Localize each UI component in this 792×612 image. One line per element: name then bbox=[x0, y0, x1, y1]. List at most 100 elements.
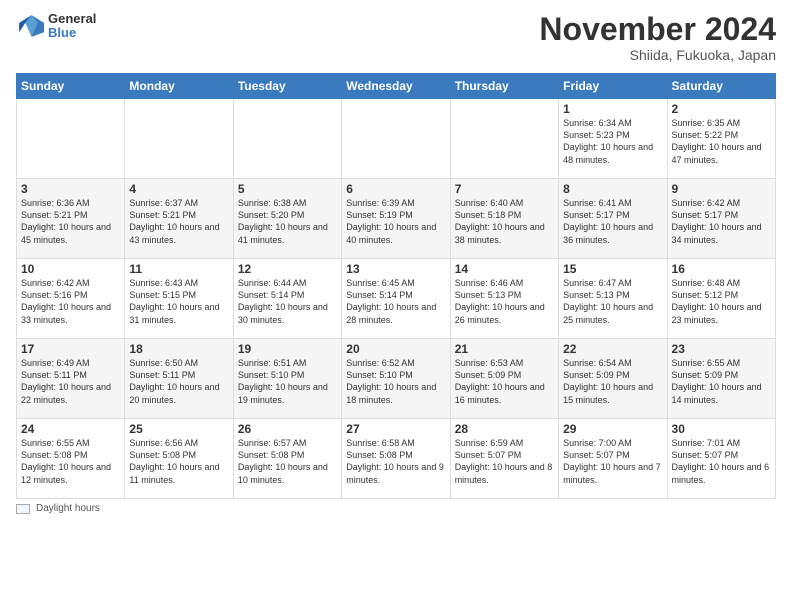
day-info: Sunrise: 6:42 AM Sunset: 5:17 PM Dayligh… bbox=[672, 197, 771, 246]
day-info: Sunrise: 6:43 AM Sunset: 5:15 PM Dayligh… bbox=[129, 277, 228, 326]
calendar-week-row: 17Sunrise: 6:49 AM Sunset: 5:11 PM Dayli… bbox=[17, 339, 776, 419]
day-number: 7 bbox=[455, 182, 554, 196]
day-info: Sunrise: 6:55 AM Sunset: 5:08 PM Dayligh… bbox=[21, 437, 120, 486]
day-info: Sunrise: 7:00 AM Sunset: 5:07 PM Dayligh… bbox=[563, 437, 662, 486]
calendar-cell: 21Sunrise: 6:53 AM Sunset: 5:09 PM Dayli… bbox=[450, 339, 558, 419]
calendar-week-row: 24Sunrise: 6:55 AM Sunset: 5:08 PM Dayli… bbox=[17, 419, 776, 499]
calendar-cell: 4Sunrise: 6:37 AM Sunset: 5:21 PM Daylig… bbox=[125, 179, 233, 259]
page-container: General Blue November 2024 Shiida, Fukuo… bbox=[0, 0, 792, 522]
day-number: 26 bbox=[238, 422, 337, 436]
calendar-week-row: 1Sunrise: 6:34 AM Sunset: 5:23 PM Daylig… bbox=[17, 99, 776, 179]
day-number: 27 bbox=[346, 422, 445, 436]
calendar-cell: 7Sunrise: 6:40 AM Sunset: 5:18 PM Daylig… bbox=[450, 179, 558, 259]
day-number: 8 bbox=[563, 182, 662, 196]
day-info: Sunrise: 6:56 AM Sunset: 5:08 PM Dayligh… bbox=[129, 437, 228, 486]
calendar-cell bbox=[125, 99, 233, 179]
day-number: 30 bbox=[672, 422, 771, 436]
logo: General Blue bbox=[16, 12, 96, 41]
day-number: 9 bbox=[672, 182, 771, 196]
page-header: General Blue November 2024 Shiida, Fukuo… bbox=[16, 12, 776, 63]
title-block: November 2024 Shiida, Fukuoka, Japan bbox=[539, 12, 776, 63]
day-info: Sunrise: 6:59 AM Sunset: 5:07 PM Dayligh… bbox=[455, 437, 554, 486]
calendar-header-row: SundayMondayTuesdayWednesdayThursdayFrid… bbox=[17, 74, 776, 99]
calendar-cell: 6Sunrise: 6:39 AM Sunset: 5:19 PM Daylig… bbox=[342, 179, 450, 259]
logo-icon bbox=[16, 12, 44, 40]
day-number: 15 bbox=[563, 262, 662, 276]
calendar-cell: 23Sunrise: 6:55 AM Sunset: 5:09 PM Dayli… bbox=[667, 339, 775, 419]
calendar-cell: 19Sunrise: 6:51 AM Sunset: 5:10 PM Dayli… bbox=[233, 339, 341, 419]
day-number: 6 bbox=[346, 182, 445, 196]
calendar-cell: 12Sunrise: 6:44 AM Sunset: 5:14 PM Dayli… bbox=[233, 259, 341, 339]
day-info: Sunrise: 6:42 AM Sunset: 5:16 PM Dayligh… bbox=[21, 277, 120, 326]
calendar-cell: 28Sunrise: 6:59 AM Sunset: 5:07 PM Dayli… bbox=[450, 419, 558, 499]
day-number: 10 bbox=[21, 262, 120, 276]
day-number: 13 bbox=[346, 262, 445, 276]
day-info: Sunrise: 6:35 AM Sunset: 5:22 PM Dayligh… bbox=[672, 117, 771, 166]
weekday-header: Wednesday bbox=[342, 74, 450, 99]
day-info: Sunrise: 7:01 AM Sunset: 5:07 PM Dayligh… bbox=[672, 437, 771, 486]
calendar-cell: 18Sunrise: 6:50 AM Sunset: 5:11 PM Dayli… bbox=[125, 339, 233, 419]
day-info: Sunrise: 6:57 AM Sunset: 5:08 PM Dayligh… bbox=[238, 437, 337, 486]
day-info: Sunrise: 6:44 AM Sunset: 5:14 PM Dayligh… bbox=[238, 277, 337, 326]
day-number: 16 bbox=[672, 262, 771, 276]
calendar-cell: 1Sunrise: 6:34 AM Sunset: 5:23 PM Daylig… bbox=[559, 99, 667, 179]
day-info: Sunrise: 6:40 AM Sunset: 5:18 PM Dayligh… bbox=[455, 197, 554, 246]
calendar-cell: 8Sunrise: 6:41 AM Sunset: 5:17 PM Daylig… bbox=[559, 179, 667, 259]
legend-icon bbox=[16, 504, 30, 514]
day-info: Sunrise: 6:37 AM Sunset: 5:21 PM Dayligh… bbox=[129, 197, 228, 246]
location: Shiida, Fukuoka, Japan bbox=[539, 47, 776, 63]
calendar-table: SundayMondayTuesdayWednesdayThursdayFrid… bbox=[16, 73, 776, 499]
day-info: Sunrise: 6:49 AM Sunset: 5:11 PM Dayligh… bbox=[21, 357, 120, 406]
logo-text: General Blue bbox=[48, 12, 96, 41]
day-info: Sunrise: 6:58 AM Sunset: 5:08 PM Dayligh… bbox=[346, 437, 445, 486]
day-number: 12 bbox=[238, 262, 337, 276]
day-info: Sunrise: 6:34 AM Sunset: 5:23 PM Dayligh… bbox=[563, 117, 662, 166]
day-number: 19 bbox=[238, 342, 337, 356]
day-number: 20 bbox=[346, 342, 445, 356]
weekday-header: Tuesday bbox=[233, 74, 341, 99]
day-info: Sunrise: 6:55 AM Sunset: 5:09 PM Dayligh… bbox=[672, 357, 771, 406]
calendar-cell: 10Sunrise: 6:42 AM Sunset: 5:16 PM Dayli… bbox=[17, 259, 125, 339]
calendar-cell: 17Sunrise: 6:49 AM Sunset: 5:11 PM Dayli… bbox=[17, 339, 125, 419]
calendar-cell: 3Sunrise: 6:36 AM Sunset: 5:21 PM Daylig… bbox=[17, 179, 125, 259]
day-number: 17 bbox=[21, 342, 120, 356]
day-number: 18 bbox=[129, 342, 228, 356]
day-number: 23 bbox=[672, 342, 771, 356]
day-number: 24 bbox=[21, 422, 120, 436]
calendar-cell: 16Sunrise: 6:48 AM Sunset: 5:12 PM Dayli… bbox=[667, 259, 775, 339]
calendar-cell bbox=[17, 99, 125, 179]
calendar-week-row: 10Sunrise: 6:42 AM Sunset: 5:16 PM Dayli… bbox=[17, 259, 776, 339]
day-info: Sunrise: 6:46 AM Sunset: 5:13 PM Dayligh… bbox=[455, 277, 554, 326]
day-number: 22 bbox=[563, 342, 662, 356]
calendar-cell: 30Sunrise: 7:01 AM Sunset: 5:07 PM Dayli… bbox=[667, 419, 775, 499]
day-number: 2 bbox=[672, 102, 771, 116]
legend-label: Daylight hours bbox=[36, 503, 100, 514]
logo-blue: Blue bbox=[48, 26, 96, 40]
calendar-cell: 11Sunrise: 6:43 AM Sunset: 5:15 PM Dayli… bbox=[125, 259, 233, 339]
calendar-cell: 22Sunrise: 6:54 AM Sunset: 5:09 PM Dayli… bbox=[559, 339, 667, 419]
weekday-header: Thursday bbox=[450, 74, 558, 99]
calendar-cell: 24Sunrise: 6:55 AM Sunset: 5:08 PM Dayli… bbox=[17, 419, 125, 499]
day-number: 14 bbox=[455, 262, 554, 276]
day-info: Sunrise: 6:39 AM Sunset: 5:19 PM Dayligh… bbox=[346, 197, 445, 246]
calendar-cell: 5Sunrise: 6:38 AM Sunset: 5:20 PM Daylig… bbox=[233, 179, 341, 259]
weekday-header: Friday bbox=[559, 74, 667, 99]
calendar-cell: 15Sunrise: 6:47 AM Sunset: 5:13 PM Dayli… bbox=[559, 259, 667, 339]
day-info: Sunrise: 6:41 AM Sunset: 5:17 PM Dayligh… bbox=[563, 197, 662, 246]
calendar-cell: 27Sunrise: 6:58 AM Sunset: 5:08 PM Dayli… bbox=[342, 419, 450, 499]
day-number: 4 bbox=[129, 182, 228, 196]
day-number: 5 bbox=[238, 182, 337, 196]
calendar-cell bbox=[342, 99, 450, 179]
day-info: Sunrise: 6:51 AM Sunset: 5:10 PM Dayligh… bbox=[238, 357, 337, 406]
day-info: Sunrise: 6:50 AM Sunset: 5:11 PM Dayligh… bbox=[129, 357, 228, 406]
calendar-cell: 20Sunrise: 6:52 AM Sunset: 5:10 PM Dayli… bbox=[342, 339, 450, 419]
calendar-week-row: 3Sunrise: 6:36 AM Sunset: 5:21 PM Daylig… bbox=[17, 179, 776, 259]
day-number: 28 bbox=[455, 422, 554, 436]
calendar-cell: 9Sunrise: 6:42 AM Sunset: 5:17 PM Daylig… bbox=[667, 179, 775, 259]
calendar-cell bbox=[233, 99, 341, 179]
day-info: Sunrise: 6:48 AM Sunset: 5:12 PM Dayligh… bbox=[672, 277, 771, 326]
day-info: Sunrise: 6:36 AM Sunset: 5:21 PM Dayligh… bbox=[21, 197, 120, 246]
day-info: Sunrise: 6:54 AM Sunset: 5:09 PM Dayligh… bbox=[563, 357, 662, 406]
weekday-header: Saturday bbox=[667, 74, 775, 99]
day-info: Sunrise: 6:52 AM Sunset: 5:10 PM Dayligh… bbox=[346, 357, 445, 406]
